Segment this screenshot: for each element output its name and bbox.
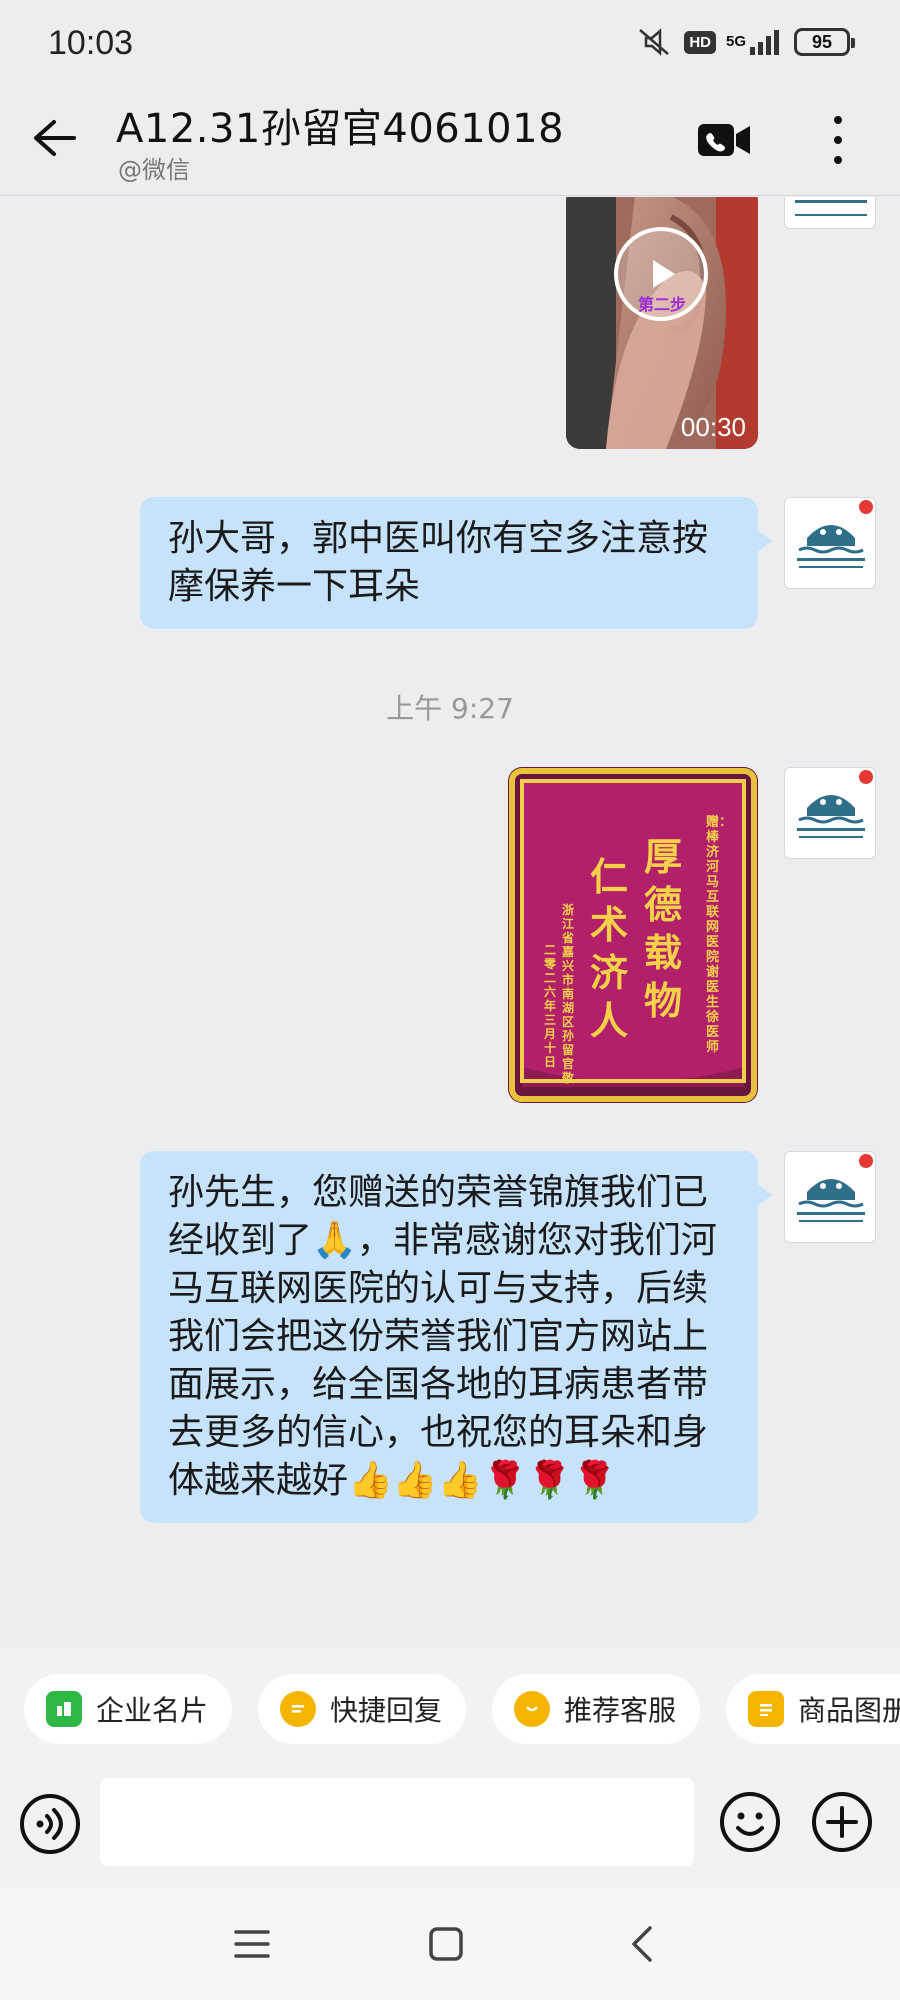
image-message[interactable]: 赠：棒济河马互联网医院 谢医生 徐医师 厚德载物 仁术济人 浙江省嘉兴市南湖区 … bbox=[508, 767, 758, 1103]
back-button[interactable] bbox=[26, 110, 82, 166]
message-bubble[interactable]: 孙大哥，郭中医叫你有空多注意按摩保养一下耳朵 bbox=[140, 497, 772, 629]
system-nav-bar bbox=[0, 1888, 900, 2000]
more-vertical-icon bbox=[834, 116, 842, 124]
voice-button[interactable] bbox=[18, 1792, 82, 1856]
message-bubble[interactable]: 孙先生，您赠送的荣誉锦旗我们已经收到了🙏，非常感谢您对我们河马互联网医院的认可与… bbox=[140, 1151, 772, 1523]
home-button[interactable] bbox=[416, 1914, 476, 1974]
chip-label: 商品图册 bbox=[798, 1694, 900, 1727]
nav-back-icon bbox=[632, 1926, 652, 1962]
product-catalog-button[interactable]: 商品图册 bbox=[726, 1674, 900, 1744]
business-card-button[interactable]: 企业名片 bbox=[24, 1674, 233, 1744]
mute-icon bbox=[634, 26, 674, 58]
chip-label: 快捷回复 bbox=[330, 1694, 443, 1727]
notification-dot bbox=[859, 1154, 873, 1168]
banner-recipient: 赠：棒济河马互联网医院 谢医生 徐医师 bbox=[706, 815, 733, 1055]
signal-icon: 5G bbox=[726, 26, 784, 58]
input-bar bbox=[0, 1768, 900, 1888]
message-input[interactable] bbox=[100, 1778, 694, 1866]
message-text: 孙大哥，郭中医叫你有空多注意按摩保养一下耳朵 bbox=[168, 518, 709, 607]
back-arrow-icon bbox=[34, 120, 76, 156]
emoji-button[interactable] bbox=[718, 1790, 782, 1854]
home-square-icon bbox=[429, 1927, 463, 1961]
chat-header: A12.31孙留官4061018 @微信 bbox=[0, 92, 900, 196]
plus-icon bbox=[812, 1792, 872, 1852]
voice-icon bbox=[20, 1794, 80, 1854]
battery-level: 95 bbox=[811, 31, 833, 52]
avatar[interactable] bbox=[784, 197, 876, 229]
status-time: 10:03 bbox=[48, 24, 134, 62]
quick-actions-bar[interactable]: 企业名片 快捷回复 推荐客服 商品图册 bbox=[0, 1648, 900, 1768]
chip-label: 推荐客服 bbox=[564, 1694, 677, 1727]
chat-message-list[interactable]: 第二步 00:30 孙大哥，郭中医叫你有空多注意按摩保养一下耳朵 上午 9:27… bbox=[0, 197, 900, 1647]
video-overlay-text: 第二步 bbox=[638, 295, 687, 314]
status-icons: HD 5G 95 bbox=[634, 26, 855, 58]
avatar[interactable] bbox=[784, 767, 876, 859]
network-type: 5G bbox=[725, 33, 746, 50]
more-options-button[interactable] bbox=[818, 112, 858, 168]
video-duration: 00:30 bbox=[680, 412, 746, 442]
emoji-icon bbox=[720, 1792, 780, 1852]
avatar[interactable] bbox=[784, 497, 876, 589]
banner-line-right: 厚德载物 bbox=[644, 834, 683, 1023]
notification-dot bbox=[859, 500, 873, 514]
status-bar: 10:03 HD 5G 95 bbox=[0, 0, 900, 92]
banner-line-left: 仁术济人 bbox=[590, 854, 629, 1043]
chip-label: 企业名片 bbox=[96, 1694, 209, 1727]
message-text: 孙先生，您赠送的荣誉锦旗我们已经收到了🙏，非常感谢您对我们河马互联网医院的认可与… bbox=[168, 1172, 717, 1501]
notification-dot bbox=[859, 770, 873, 784]
video-call-icon bbox=[698, 124, 750, 156]
battery-icon: 95 bbox=[794, 28, 855, 56]
menu-icon bbox=[234, 1930, 270, 1958]
chat-title: A12.31孙留官4061018 bbox=[116, 106, 565, 152]
banner-date: 二零二六年三月十日 bbox=[544, 943, 557, 1069]
hd-badge: HD bbox=[684, 30, 716, 54]
business-card-icon bbox=[46, 1691, 82, 1727]
banner-sender: 浙江省嘉兴市南湖区 孙留官 敬 bbox=[562, 903, 575, 1085]
chat-subtitle: @微信 bbox=[118, 156, 190, 184]
nav-back-button[interactable] bbox=[612, 1914, 672, 1974]
avatar[interactable] bbox=[784, 1151, 876, 1243]
recommend-service-button[interactable]: 推荐客服 bbox=[492, 1674, 701, 1744]
quick-reply-button[interactable]: 快捷回复 bbox=[258, 1674, 467, 1744]
time-separator: 上午 9:27 bbox=[386, 692, 514, 725]
more-functions-button[interactable] bbox=[810, 1790, 874, 1854]
video-call-button[interactable] bbox=[696, 118, 752, 162]
quick-reply-icon bbox=[280, 1691, 316, 1727]
chat-bubble-icon bbox=[514, 1691, 550, 1727]
catalog-icon bbox=[748, 1691, 784, 1727]
video-message[interactable]: 第二步 00:30 bbox=[566, 197, 758, 449]
menu-button[interactable] bbox=[222, 1914, 282, 1974]
play-icon bbox=[653, 260, 675, 288]
